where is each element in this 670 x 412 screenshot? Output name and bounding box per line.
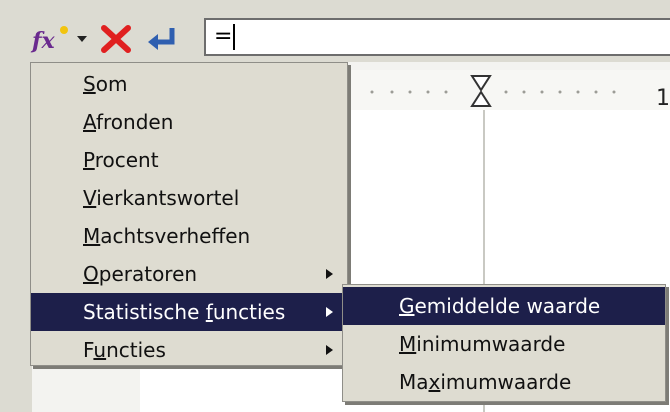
menu-item-mnemonic: A: [83, 110, 96, 134]
svg-text:fx: fx: [30, 28, 55, 54]
menu-item-maximumwaarde[interactable]: Maximumwaarde: [343, 363, 665, 401]
menu-item-mnemonic: M: [399, 332, 417, 356]
menu-item-label: ierkantswortel: [96, 186, 240, 210]
menu-item-label: fronden: [95, 110, 174, 134]
menu-item-label-prefix: Statistische: [83, 300, 206, 324]
menu-item-mnemonic: V: [83, 186, 97, 210]
menu-item-label: om: [95, 72, 128, 96]
menu-item-som[interactable]: Som: [31, 65, 347, 103]
menu-item-mnemonic: x: [428, 370, 441, 394]
menu-item-statistische-functies[interactable]: Statistische functies: [31, 293, 347, 331]
menu-item-mnemonic: O: [83, 262, 99, 286]
menu-item-mnemonic: M: [83, 224, 101, 248]
formula-toolbar: fx =: [0, 0, 670, 62]
menu-item-mnemonic: f: [205, 300, 213, 324]
menu-item-minimumwaarde[interactable]: Minimumwaarde: [343, 325, 665, 363]
menu-item-label: achtsverheffen: [100, 224, 251, 248]
formula-input[interactable]: =: [204, 18, 670, 56]
menu-item-label: peratoren: [98, 262, 198, 286]
menu-item-label: uncties: [212, 300, 286, 324]
text-caret: [233, 24, 236, 50]
menu-item-label: rocent: [94, 148, 159, 172]
accept-icon[interactable]: [144, 24, 180, 54]
statistics-submenu: Gemiddelde waarde Minimumwaarde Maximumw…: [342, 284, 666, 402]
menu-item-mnemonic: u: [93, 338, 107, 362]
formula-input-value: =: [214, 24, 233, 49]
cancel-icon[interactable]: [100, 24, 132, 54]
menu-item-mnemonic: S: [83, 72, 96, 96]
menu-item-functies[interactable]: Functies: [31, 331, 347, 369]
function-wizard-icon[interactable]: fx: [30, 24, 72, 54]
menu-item-vierkantswortel[interactable]: Vierkantswortel: [31, 179, 347, 217]
menu-item-label: imumwaarde: [440, 370, 572, 394]
menu-item-mnemonic: P: [83, 148, 95, 172]
indent-marker-icon[interactable]: [470, 74, 492, 108]
menu-item-label: ncties: [106, 338, 166, 362]
row-header-strip: [0, 62, 32, 412]
menu-item-procent[interactable]: Procent: [31, 141, 347, 179]
menu-item-afronden[interactable]: Afronden: [31, 103, 347, 141]
menu-item-label-prefix: Ma: [399, 370, 429, 394]
menu-item-mnemonic: G: [399, 294, 415, 318]
submenu-arrow-icon: [326, 269, 333, 279]
menu-item-gemiddelde-waarde[interactable]: Gemiddelde waarde: [343, 287, 665, 325]
menu-item-label: inimumwaarde: [416, 332, 566, 356]
dropdown-arrow-icon[interactable]: [76, 24, 88, 54]
submenu-arrow-icon: [326, 307, 333, 317]
submenu-arrow-icon: [326, 345, 333, 355]
menu-item-operatoren[interactable]: Operatoren: [31, 255, 347, 293]
menu-item-label-prefix: F: [83, 338, 94, 362]
menu-item-machtsverheffen[interactable]: Machtsverheffen: [31, 217, 347, 255]
ruler-number: 1: [656, 86, 670, 111]
menu-item-label: emiddelde waarde: [414, 294, 601, 318]
formula-menu: Som Afronden Procent Vierkantswortel Mac…: [30, 62, 348, 366]
